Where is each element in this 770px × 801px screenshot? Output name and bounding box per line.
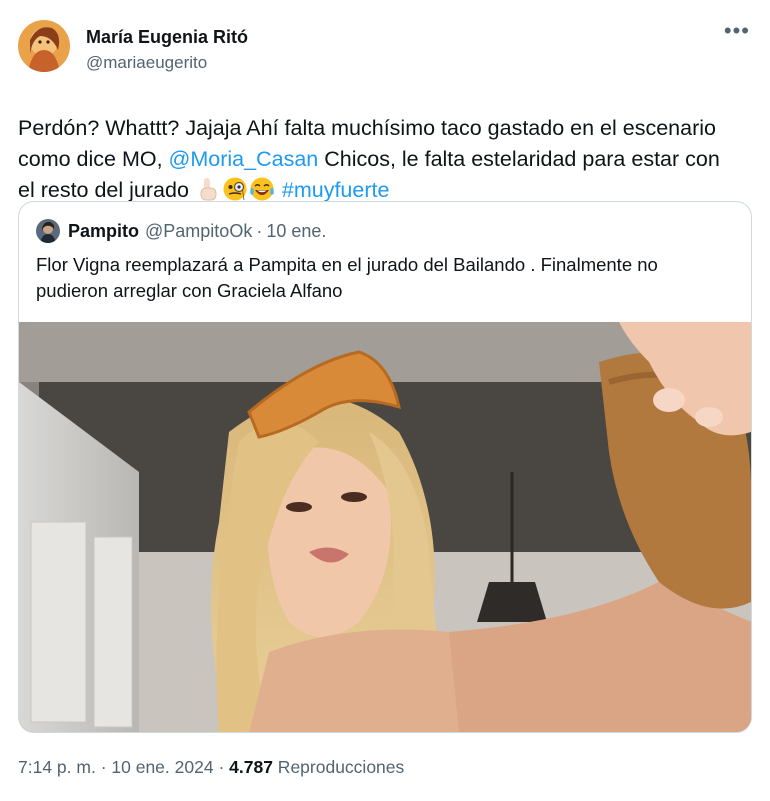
- tweet-text-line2-b: Chicos, le falta estelaridad para estar …: [318, 147, 720, 171]
- quoted-photo[interactable]: [19, 322, 751, 732]
- tears-of-joy-emoji: [249, 176, 275, 202]
- tweet-text-line3: el resto del jurado: [18, 178, 195, 202]
- pointing-up-emoji: [195, 176, 221, 202]
- more-options-icon[interactable]: •••: [724, 20, 750, 42]
- tweet-header: María Eugenia Ritó @mariaeugerito: [18, 20, 752, 76]
- views-count[interactable]: 4.787: [229, 757, 273, 777]
- tweet-text: Perdón? Whattt? Jajaja Ahí falta muchísi…: [18, 113, 758, 206]
- author-display-name[interactable]: María Eugenia Ritó: [86, 26, 248, 48]
- hashtag-link[interactable]: #muyfuerte: [282, 178, 390, 202]
- quoted-display-name: Pampito: [68, 220, 140, 241]
- author-handle[interactable]: @mariaeugerito: [86, 52, 248, 74]
- monocle-face-emoji: [222, 176, 248, 202]
- tweet-time[interactable]: 7:14 p. m.: [18, 757, 96, 777]
- mention-link[interactable]: @Moria_Casan: [169, 147, 319, 171]
- quoted-tweet[interactable]: Pampito @PampitoOk · 10 ene. Flor Vigna …: [18, 201, 752, 733]
- quoted-separator: ·: [256, 220, 263, 241]
- quoted-text: Flor Vigna reemplazará a Pampita en el j…: [36, 254, 658, 301]
- quoted-avatar: [36, 219, 60, 243]
- tweet-date[interactable]: 10 ene. 2024: [111, 757, 213, 777]
- tweet-meta: 7:14 p. m. · 10 ene. 2024 · 4.787 Reprod…: [18, 756, 404, 778]
- quoted-header: Pampito @PampitoOk · 10 ene.: [36, 218, 751, 244]
- quoted-handle: @PampitoOk: [145, 220, 253, 241]
- meta-separator: ·: [213, 757, 230, 777]
- tweet-text-line2-a: como dice MO,: [18, 147, 169, 171]
- tweet-text-line1: Perdón? Whattt? Jajaja Ahí falta muchísi…: [18, 116, 716, 140]
- author-names: María Eugenia Ritó @mariaeugerito: [86, 26, 248, 74]
- views-label: Reproducciones: [272, 757, 405, 777]
- author-avatar[interactable]: [18, 20, 70, 72]
- meta-separator: ·: [95, 757, 112, 777]
- quoted-date: 10 ene.: [266, 220, 327, 241]
